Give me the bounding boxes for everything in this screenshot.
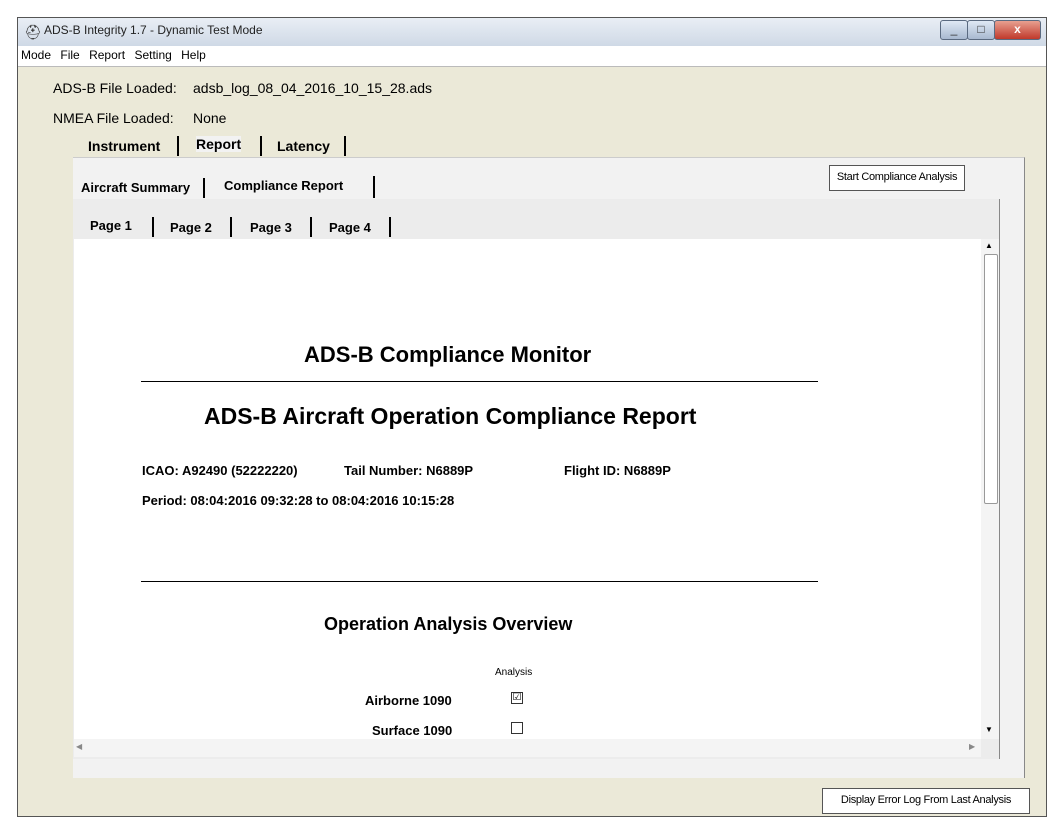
tab-divider [152,217,154,237]
tab-page-4[interactable]: Page 4 [329,220,371,235]
tab-divider [310,217,312,237]
tab-divider [177,136,179,156]
menu-setting[interactable]: Setting [131,46,174,64]
minimize-button[interactable]: _ [940,20,968,40]
display-error-log-button[interactable]: Display Error Log From Last Analysis [822,788,1030,814]
tail-number-info: Tail Number: N6889P [344,463,474,478]
scroll-up-icon[interactable]: ▲ [985,241,993,250]
divider [141,581,818,582]
start-compliance-analysis-button[interactable]: Start Compliance Analysis [829,165,965,191]
scroll-down-icon[interactable]: ▼ [985,725,993,734]
tab-page-1[interactable]: Page 1 [90,218,132,233]
menu-report[interactable]: Report [86,46,128,64]
tab-divider [389,217,391,237]
nmea-file-value: None [193,110,227,126]
airborne-analysis-checkbox: ☑ [511,692,523,704]
tab-compliance-report[interactable]: Compliance Report [224,178,343,193]
close-button[interactable]: x [994,20,1041,40]
tab-page-3[interactable]: Page 3 [250,220,292,235]
app-icon: ⛑ [24,24,42,40]
tab-page-2[interactable]: Page 2 [170,220,212,235]
window-title: ADS-B Integrity 1.7 - Dynamic Test Mode [44,23,263,37]
flight-id-info: Flight ID: N6889P [564,463,671,478]
menu-mode[interactable]: Mode [18,46,54,64]
tab-divider [260,136,262,156]
tab-aircraft-summary[interactable]: Aircraft Summary [81,180,190,195]
tab-divider [344,136,346,156]
icao-info: ICAO: A92490 (52222220) [142,463,298,478]
report-title: ADS-B Aircraft Operation Compliance Repo… [204,403,697,429]
maximize-button[interactable]: □ [967,20,995,40]
period-info: Period: 08:04:2016 09:32:28 to 08:04:201… [142,493,455,508]
monitor-title: ADS-B Compliance Monitor [304,342,592,367]
tab-divider [203,178,205,198]
tab-latency[interactable]: Latency [277,138,330,154]
scroll-left-icon[interactable]: ◀ [76,742,82,751]
menu-file[interactable]: File [57,46,82,64]
report-content: ADS-B Compliance Monitor ADS-B Aircraft … [74,239,981,739]
app-window: ⛑ ADS-B Integrity 1.7 - Dynamic Test Mod… [17,17,1047,817]
analysis-header: Analysis [495,667,533,678]
tab-divider [373,176,375,198]
row-label-airborne: Airborne 1090 [365,693,452,708]
horizontal-scrollbar[interactable]: ◀ ▶ [74,739,981,757]
vertical-scroll-thumb[interactable] [984,254,998,504]
title-bar[interactable]: ⛑ ADS-B Integrity 1.7 - Dynamic Test Mod… [18,18,1046,47]
surface-analysis-checkbox [511,722,523,734]
tab-divider [230,217,232,237]
row-label-surface: Surface 1090 [372,723,453,738]
nmea-file-label: NMEA File Loaded: [53,110,174,126]
adsb-file-label: ADS-B File Loaded: [53,80,177,96]
menu-bar: Mode File Report Setting Help [18,46,1046,67]
adsb-file-value: adsb_log_08_04_2016_10_15_28.ads [193,80,433,96]
menu-help[interactable]: Help [178,46,209,64]
divider [141,381,818,382]
tab-report[interactable]: Report [196,136,242,152]
scroll-right-icon[interactable]: ▶ [969,742,975,751]
overview-title: Operation Analysis Overview [324,614,573,634]
tab-instrument[interactable]: Instrument [88,138,160,154]
